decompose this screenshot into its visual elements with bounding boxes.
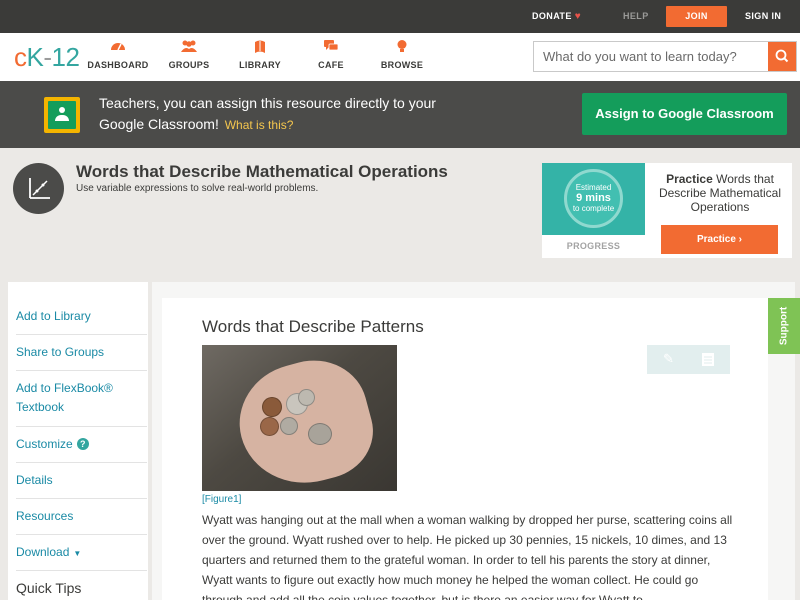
join-button[interactable]: JOIN bbox=[666, 6, 727, 27]
sidebar-item-add-to-flexbook[interactable]: Add to FlexBook® Textbook bbox=[16, 370, 147, 425]
coin-dime bbox=[298, 389, 315, 406]
library-icon bbox=[225, 39, 295, 55]
help-link[interactable]: HELP bbox=[623, 0, 649, 33]
sidebar-item-share-to-groups[interactable]: Share to Groups bbox=[16, 334, 147, 370]
graph-icon bbox=[29, 178, 50, 199]
customize-label: Customize bbox=[16, 437, 73, 451]
logo-c: c bbox=[14, 42, 27, 72]
sidebar-item-resources[interactable]: Resources bbox=[16, 498, 147, 534]
hand-shape bbox=[226, 348, 384, 491]
donate-label: DONATE bbox=[532, 11, 572, 21]
support-label: Support bbox=[778, 306, 790, 346]
support-tab[interactable]: Support bbox=[768, 298, 800, 354]
coin-penny-2 bbox=[260, 417, 279, 436]
sign-in-link[interactable]: SIGN IN bbox=[745, 0, 781, 33]
groups-icon bbox=[154, 39, 224, 55]
heart-icon: ♥ bbox=[574, 11, 582, 22]
coin-quarter-2 bbox=[308, 423, 332, 445]
sidebar-item-details[interactable]: Details bbox=[16, 462, 147, 498]
google-classroom-banner: Teachers, you can assign this resource d… bbox=[0, 81, 800, 148]
article-body: Wyatt was hanging out at the mall when a… bbox=[202, 513, 733, 600]
sidebar: Add to Library Share to Groups Add to Fl… bbox=[8, 282, 148, 600]
practice-thumbnail: Estimated 9 mins to complete bbox=[542, 163, 645, 235]
nav-groups-label: GROUPS bbox=[168, 60, 210, 70]
quick-tips-heading[interactable]: Quick Tips bbox=[16, 570, 147, 600]
sidebar-item-add-to-library[interactable]: Add to Library bbox=[16, 299, 147, 335]
nav-browse[interactable]: BROWSE bbox=[367, 39, 437, 70]
article-title: Words that Describe Patterns bbox=[202, 317, 424, 336]
figure-label[interactable]: [Figure1] bbox=[202, 494, 241, 505]
nav-library-label: LIBRARY bbox=[239, 60, 281, 70]
practice-button[interactable]: Practice › bbox=[661, 225, 778, 254]
estimated-to-complete: to complete bbox=[572, 204, 615, 213]
browse-icon bbox=[367, 39, 437, 55]
practice-title: Practice Words that Describe Mathematica… bbox=[652, 172, 788, 214]
search-icon bbox=[775, 49, 789, 63]
dashboard-icon bbox=[83, 39, 153, 55]
logo-k: K bbox=[26, 42, 44, 72]
progress-label: PROGRESS bbox=[566, 241, 621, 251]
chevron-right-icon: › bbox=[738, 234, 743, 245]
nav-cafe-label: CAFE bbox=[318, 60, 344, 70]
concept-subtitle: Use variable expressions to solve real-w… bbox=[76, 183, 319, 194]
banner-text: Teachers, you can assign this resource d… bbox=[99, 93, 479, 136]
download-label: Download bbox=[16, 545, 70, 559]
logo-12: 12 bbox=[51, 42, 80, 72]
annotation-tools: ✎ bbox=[647, 345, 730, 374]
search-input[interactable] bbox=[534, 42, 768, 71]
nav-dashboard-label: DASHBOARD bbox=[87, 60, 149, 70]
cafe-icon bbox=[296, 39, 366, 55]
concept-title: Words that Describe Mathematical Operati… bbox=[76, 162, 448, 181]
coins-in-hand-image bbox=[202, 345, 397, 491]
nav-library[interactable]: LIBRARY bbox=[225, 39, 295, 70]
nav-cafe[interactable]: CAFE bbox=[296, 39, 366, 70]
practice-card: Estimated 9 mins to complete PROGRESS Pr… bbox=[542, 163, 792, 258]
estimated-time-badge: Estimated 9 mins to complete bbox=[564, 169, 623, 228]
nav-dashboard[interactable]: DASHBOARD bbox=[83, 39, 153, 70]
sidebar-item-download[interactable]: Download ▼ bbox=[16, 534, 147, 570]
top-utility-bar: DONATE ♥ HELP JOIN SIGN IN bbox=[0, 0, 800, 33]
search-box bbox=[533, 41, 797, 72]
search-button[interactable] bbox=[768, 42, 796, 71]
assign-google-classroom-button[interactable]: Assign to Google Classroom bbox=[582, 93, 787, 135]
notes-icon[interactable] bbox=[701, 352, 715, 367]
coin-penny bbox=[262, 397, 282, 417]
donate-link[interactable]: DONATE ♥ bbox=[532, 0, 581, 33]
coin-nickel bbox=[280, 417, 298, 435]
practice-button-label: Practice bbox=[696, 234, 736, 245]
estimated-mins: 9 mins bbox=[576, 192, 611, 204]
main-navbar: cK-12 DASHBOARD GROUPS LIBRARY CAFE BROW… bbox=[0, 33, 800, 81]
sidebar-item-customize[interactable]: Customize? bbox=[16, 426, 147, 462]
nav-groups[interactable]: GROUPS bbox=[154, 39, 224, 70]
concept-icon bbox=[13, 163, 64, 214]
what-is-this-link[interactable]: What is this? bbox=[225, 118, 294, 132]
help-icon[interactable]: ? bbox=[76, 438, 89, 450]
google-classroom-icon bbox=[44, 97, 80, 133]
practice-title-bold: Practice bbox=[666, 172, 713, 186]
logo-dash: - bbox=[43, 42, 52, 72]
pencil-icon[interactable]: ✎ bbox=[663, 352, 677, 366]
caret-down-icon: ▼ bbox=[73, 549, 82, 558]
estimated-label: Estimated bbox=[575, 183, 612, 192]
nav-browse-label: BROWSE bbox=[380, 60, 424, 70]
ck12-logo[interactable]: cK-12 bbox=[14, 42, 80, 72]
